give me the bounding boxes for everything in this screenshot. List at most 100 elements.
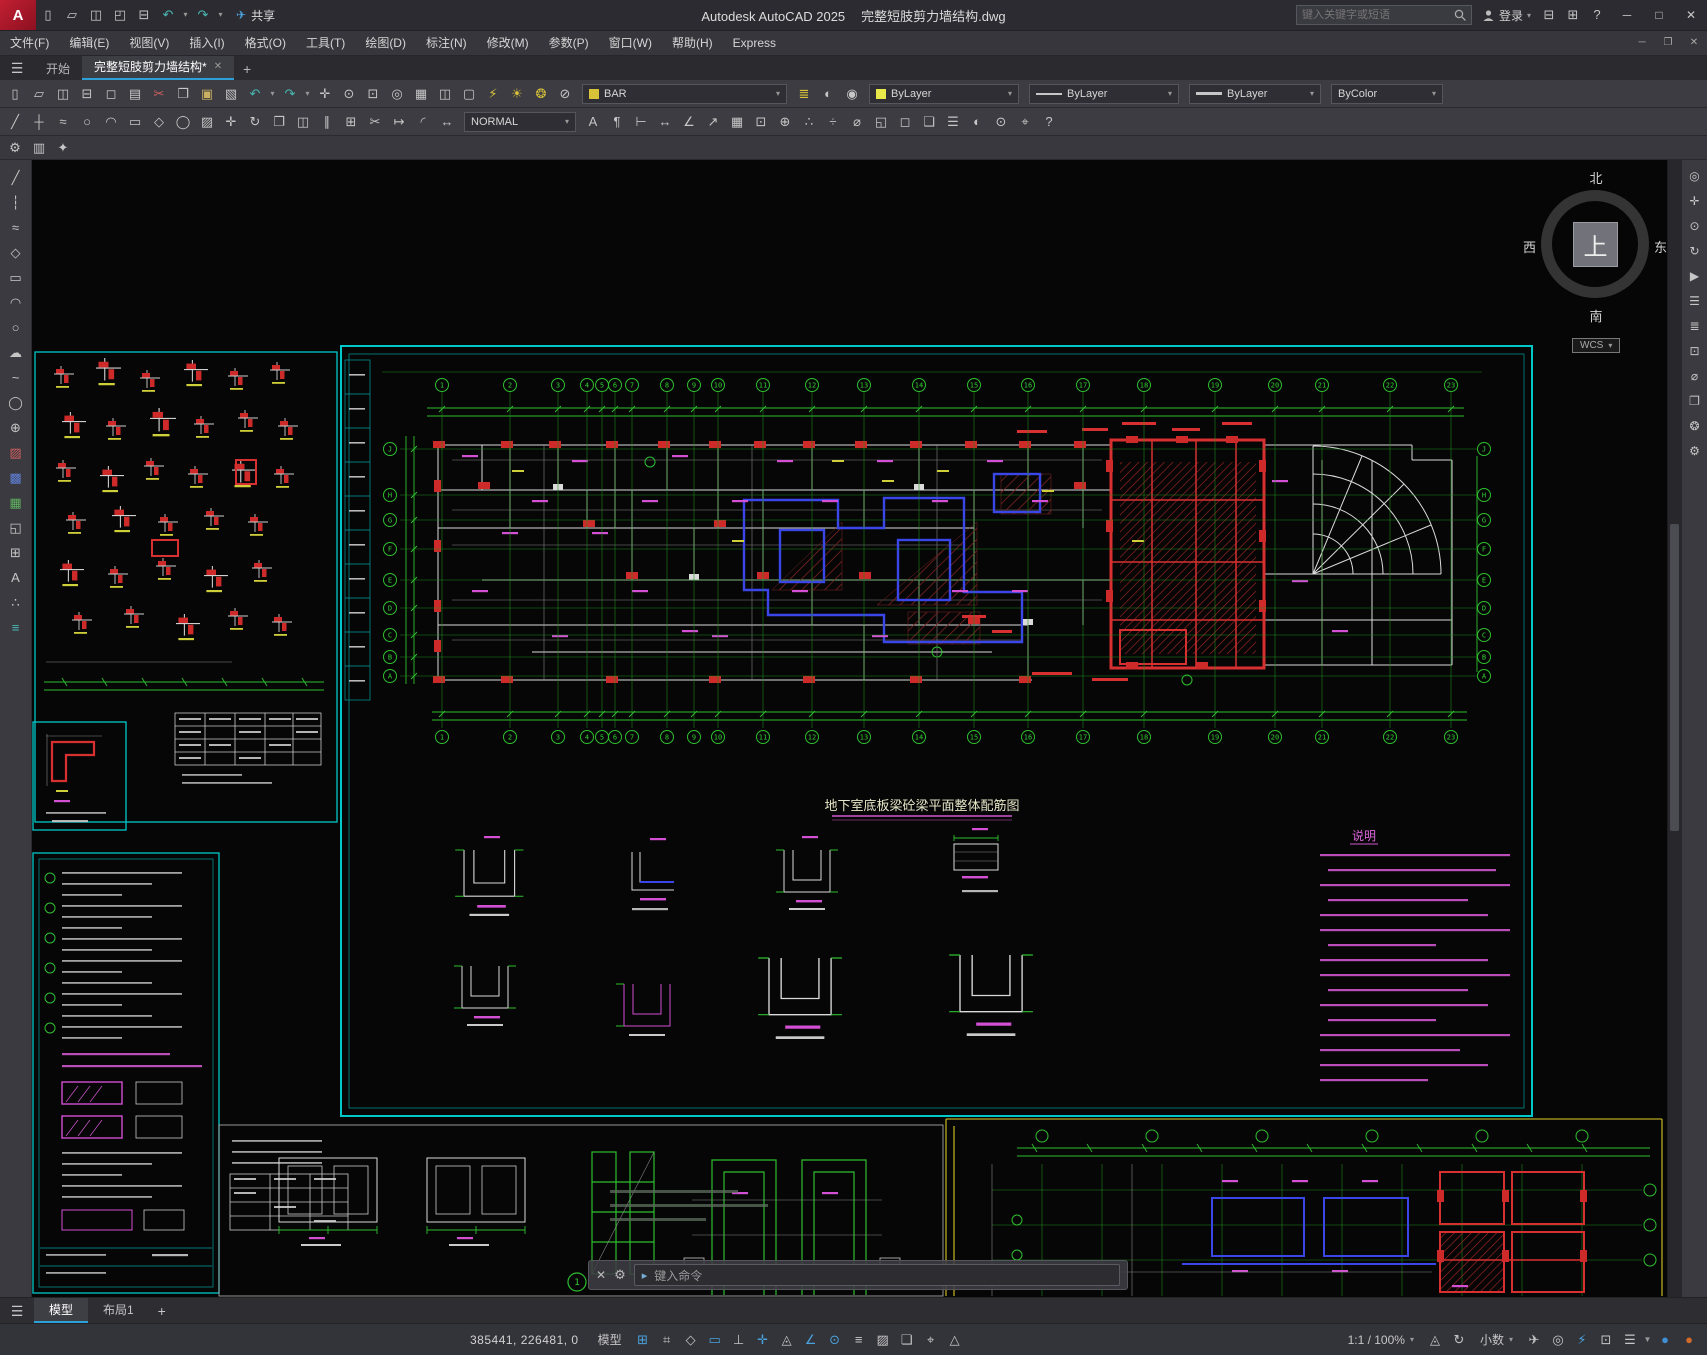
render-panel-icon[interactable]: ❂ bbox=[1684, 415, 1706, 437]
notification-bubble-icon[interactable]: ● bbox=[1653, 1328, 1677, 1352]
mirror-icon[interactable]: ◫ bbox=[291, 110, 315, 134]
insert-icon[interactable]: ⊕ bbox=[773, 110, 797, 134]
tab-current-drawing[interactable]: 完整短肢剪力墙结构* ✕ bbox=[82, 56, 235, 80]
table-tool-icon[interactable]: ⊞ bbox=[3, 541, 29, 564]
polyline-tool-icon[interactable]: ≈ bbox=[3, 216, 29, 239]
customize-commandline-icon[interactable]: ⚙ bbox=[614, 1267, 626, 1283]
divide-tool-icon[interactable]: ≡ bbox=[3, 616, 29, 639]
open-file-icon[interactable]: ▱ bbox=[60, 3, 84, 27]
selection-cycling-icon[interactable]: ❏ bbox=[895, 1328, 919, 1352]
compass-top-face[interactable]: 上 bbox=[1573, 222, 1618, 267]
point-tool-icon[interactable]: ∴ bbox=[3, 591, 29, 614]
aligned-dimension-icon[interactable]: ↔ bbox=[653, 110, 677, 134]
copy-icon[interactable]: ❐ bbox=[171, 82, 195, 106]
zoom-realtime-icon[interactable]: ⊙ bbox=[337, 82, 361, 106]
angular-dimension-icon[interactable]: ∠ bbox=[677, 110, 701, 134]
hatch-tool-icon[interactable]: ▨ bbox=[3, 441, 29, 464]
autocad-logo[interactable]: A bbox=[0, 0, 36, 30]
region-tool-icon[interactable]: ◱ bbox=[3, 516, 29, 539]
construction-line-icon[interactable]: ┼ bbox=[27, 110, 51, 134]
grid-toggle-icon[interactable]: ⊞ bbox=[631, 1328, 655, 1352]
hatch-icon[interactable]: ▨ bbox=[195, 110, 219, 134]
drawing-canvas[interactable]: 1 1 2 2 3 3 4 4 5 5 6 6 7 7 8 8 9 9 10 10 11 11 12 12 13 13 14 14 15… bbox=[32, 160, 1667, 1297]
search-input[interactable] bbox=[1301, 9, 1454, 21]
dynamic-ucs-icon[interactable]: △ bbox=[943, 1328, 967, 1352]
group-icon[interactable]: ❏ bbox=[917, 110, 941, 134]
compass-east[interactable]: 东 bbox=[1654, 237, 1667, 256]
revcloud-tool-icon[interactable]: ☁ bbox=[3, 341, 29, 364]
clean-screen-icon[interactable]: ✦ bbox=[51, 136, 75, 160]
close-commandline-icon[interactable]: ✕ bbox=[596, 1268, 606, 1282]
menu-item[interactable]: 插入(I) bbox=[179, 30, 234, 56]
block-icon[interactable]: ⊡ bbox=[749, 110, 773, 134]
view-compass[interactable]: 上 北 南 西 东 bbox=[1523, 168, 1667, 326]
share-button[interactable]: ✈ 共享 bbox=[236, 7, 275, 24]
menu-item[interactable]: 窗口(W) bbox=[599, 30, 662, 56]
materials-icon[interactable]: ❂ bbox=[529, 82, 553, 106]
blocks-panel-icon[interactable]: ⊡ bbox=[1684, 340, 1706, 362]
menu-item[interactable]: 帮助(H) bbox=[662, 30, 723, 56]
divide-icon[interactable]: ÷ bbox=[821, 110, 845, 134]
isodraft-icon[interactable]: ◬ bbox=[775, 1328, 799, 1352]
layer-isolate-icon[interactable]: ◉ bbox=[840, 82, 864, 106]
viewports-icon[interactable]: ◫ bbox=[433, 82, 457, 106]
coordinates-display[interactable]: 385441, 226481, 0 bbox=[470, 1333, 579, 1347]
table-icon[interactable]: ▦ bbox=[725, 110, 749, 134]
customization-icon[interactable]: ☰ bbox=[1618, 1328, 1642, 1352]
named-views-icon[interactable]: ▦ bbox=[409, 82, 433, 106]
zoom-previous-icon[interactable]: ◎ bbox=[385, 82, 409, 106]
tab-close-icon[interactable]: ✕ bbox=[214, 56, 222, 78]
ortho-toggle-icon[interactable]: ⊥ bbox=[727, 1328, 751, 1352]
osnap-settings-icon[interactable]: ⊙ bbox=[989, 110, 1013, 134]
new-file-icon[interactable]: ▯ bbox=[36, 3, 60, 27]
menu-item[interactable]: 工具(T) bbox=[296, 30, 355, 56]
linetype-combo[interactable]: ByLayer ▾ bbox=[1029, 83, 1179, 104]
workspace-icon[interactable]: ⚙ bbox=[3, 136, 27, 160]
gradient-tool-icon[interactable]: ▩ bbox=[3, 466, 29, 489]
move-icon[interactable]: ✛ bbox=[219, 110, 243, 134]
properties-icon[interactable]: ☰ bbox=[941, 110, 965, 134]
boundary-icon[interactable]: ◻ bbox=[893, 110, 917, 134]
search-icon[interactable] bbox=[1454, 9, 1466, 21]
help-icon[interactable]: ? bbox=[1585, 3, 1609, 27]
annotation-autoscale-icon[interactable]: ↻ bbox=[1447, 1328, 1471, 1352]
circle-tool-icon[interactable]: ○ bbox=[3, 316, 29, 339]
tab-start[interactable]: 开始 bbox=[34, 58, 82, 80]
properties-panel-icon[interactable]: ☰ bbox=[1684, 290, 1706, 312]
rectangle-tool-icon[interactable]: ▭ bbox=[3, 266, 29, 289]
showmotion-icon[interactable]: ▶ bbox=[1684, 265, 1706, 287]
command-line[interactable]: ✕ ⚙ ▸ 键入命令 bbox=[588, 1260, 1128, 1290]
menu-item[interactable]: 格式(O) bbox=[235, 30, 296, 56]
xline-tool-icon[interactable]: ┆ bbox=[3, 191, 29, 214]
doc-restore-button[interactable]: ❐ bbox=[1655, 32, 1681, 54]
annotation-visibility-icon[interactable]: ◬ bbox=[1423, 1328, 1447, 1352]
redo-dropdown-icon[interactable]: ▾ bbox=[215, 3, 226, 27]
add-layout-button[interactable]: + bbox=[149, 1300, 175, 1322]
navigation-wheel-icon[interactable]: ◎ bbox=[1684, 165, 1706, 187]
zoom-extents-icon[interactable]: ⊙ bbox=[1684, 215, 1706, 237]
save-as-icon[interactable]: ◰ bbox=[108, 3, 132, 27]
insert-block-tool-icon[interactable]: ⊕ bbox=[3, 416, 29, 439]
measure-panel-icon[interactable]: ⌀ bbox=[1684, 365, 1706, 387]
xref-panel-icon[interactable]: ❐ bbox=[1684, 390, 1706, 412]
plot-icon[interactable]: ⊟ bbox=[75, 82, 99, 106]
menu-item[interactable]: 绘图(D) bbox=[355, 30, 416, 56]
plot-icon[interactable]: ⊟ bbox=[132, 3, 156, 27]
color-combo[interactable]: ByLayer ▾ bbox=[869, 83, 1019, 104]
model-space-button[interactable]: 模型 bbox=[589, 1328, 631, 1352]
hide-icon[interactable]: ▢ bbox=[457, 82, 481, 106]
lineweight-combo[interactable]: ByLayer ▾ bbox=[1189, 83, 1321, 104]
redo-icon[interactable]: ↷ bbox=[191, 3, 215, 27]
menu-item[interactable]: 文件(F) bbox=[0, 30, 59, 56]
palettes-icon[interactable]: ▥ bbox=[27, 136, 51, 160]
connect-status-icon[interactable]: ● bbox=[1677, 1328, 1701, 1352]
close-button[interactable]: ✕ bbox=[1675, 3, 1707, 27]
compass-north[interactable]: 北 bbox=[1527, 168, 1665, 187]
ellipse-icon[interactable]: ◯ bbox=[171, 110, 195, 134]
infer-constraints-icon[interactable]: ◇ bbox=[679, 1328, 703, 1352]
sun-properties-icon[interactable]: ☀ bbox=[505, 82, 529, 106]
redo-list-icon[interactable]: ▾ bbox=[302, 82, 313, 106]
plotstyle-combo[interactable]: ByColor ▾ bbox=[1331, 83, 1443, 104]
dynamic-input-icon[interactable]: ▭ bbox=[703, 1328, 727, 1352]
pan-icon[interactable]: ✛ bbox=[313, 82, 337, 106]
